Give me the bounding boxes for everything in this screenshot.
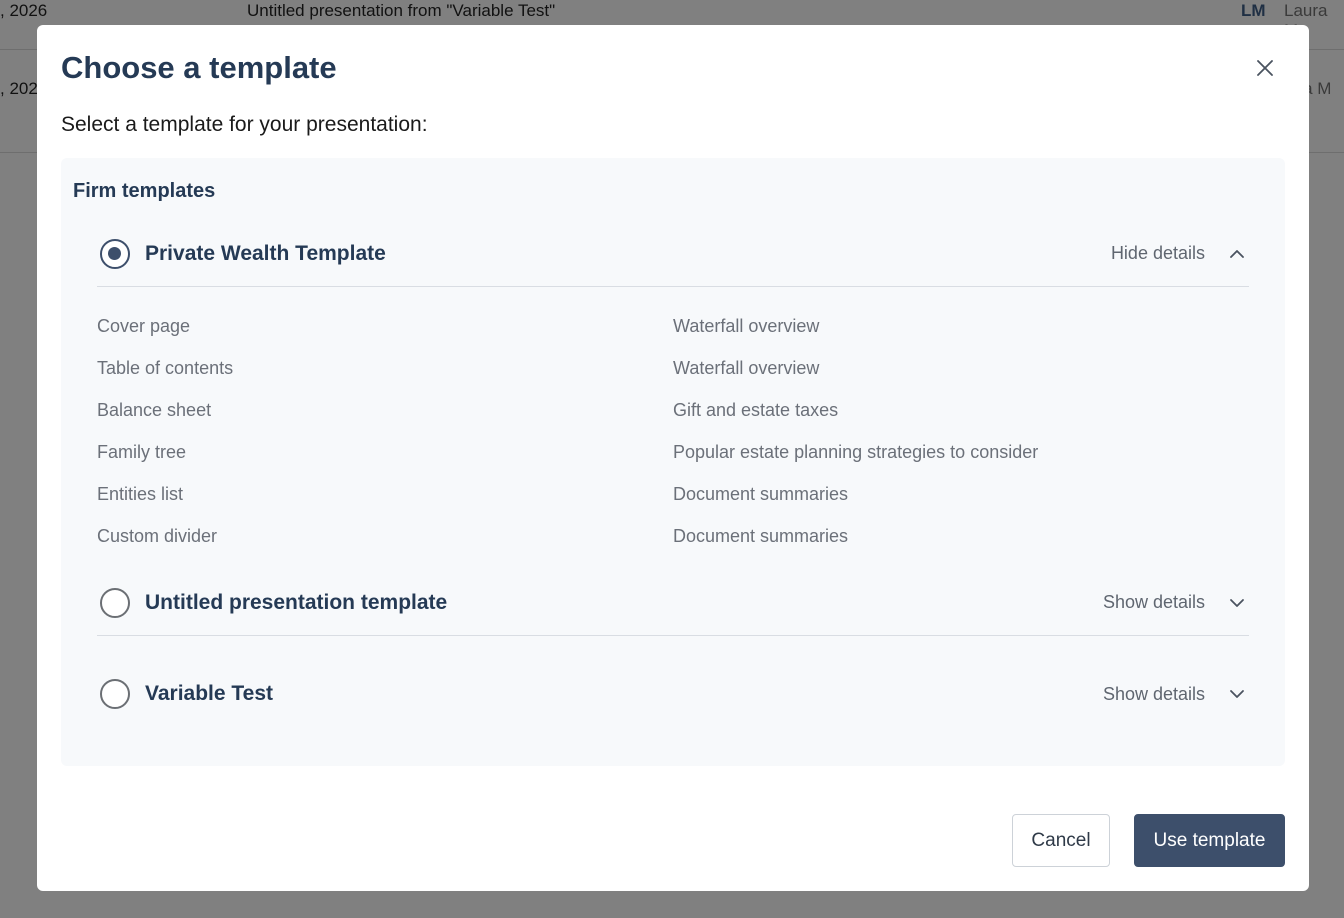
detail-item: Gift and estate taxes bbox=[673, 400, 839, 420]
template-name: Private Wealth Template bbox=[145, 241, 386, 265]
template-name: Untitled presentation template bbox=[145, 590, 448, 614]
detail-item: Waterfall overview bbox=[673, 358, 820, 378]
detail-item: Table of contents bbox=[97, 358, 234, 378]
show-details-toggle[interactable]: Show details bbox=[1103, 684, 1249, 705]
detail-item: Cover page bbox=[97, 316, 191, 336]
detail-item: Popular estate planning strategies to co… bbox=[673, 442, 1039, 462]
template-radio[interactable] bbox=[100, 238, 130, 269]
close-button[interactable] bbox=[1251, 54, 1279, 82]
template-option-private-wealth[interactable]: Private Wealth Template Hide details bbox=[97, 221, 1249, 287]
cancel-button[interactable]: Cancel bbox=[1012, 814, 1110, 867]
detail-item: Document summaries bbox=[673, 526, 849, 546]
toggle-label: Show details bbox=[1102, 683, 1205, 704]
group-title: Firm templates bbox=[73, 180, 216, 202]
choose-template-dialog: Choose a template Select a template for … bbox=[37, 25, 1309, 891]
detail-item: Document summaries bbox=[673, 484, 849, 504]
chevron-down-icon bbox=[1229, 689, 1245, 699]
template-option-untitled-presentation[interactable]: Untitled presentation template Show deta… bbox=[97, 570, 1249, 636]
close-icon bbox=[1257, 60, 1273, 76]
detail-item: Custom divider bbox=[97, 526, 218, 546]
toggle-label: Hide details bbox=[1110, 243, 1205, 263]
use-template-button[interactable]: Use template bbox=[1134, 814, 1285, 867]
template-radio[interactable] bbox=[100, 587, 130, 618]
row-date: , 202 bbox=[0, 79, 38, 98]
row-date: , 2026 bbox=[0, 1, 48, 20]
dialog-title: Choose a template bbox=[61, 50, 337, 85]
hide-details-toggle[interactable]: Hide details bbox=[1111, 243, 1249, 264]
template-name: Variable Test bbox=[145, 682, 274, 705]
detail-item: Waterfall overview bbox=[673, 316, 820, 336]
chevron-down-icon bbox=[1229, 598, 1245, 608]
template-list-panel: Firm templates Private Wealth Template H… bbox=[61, 158, 1285, 766]
avatar: LM bbox=[1241, 1, 1266, 20]
chevron-up-icon bbox=[1229, 249, 1245, 259]
row-title: Untitled presentation from "Variable Tes… bbox=[247, 1, 556, 20]
detail-item: Family tree bbox=[97, 442, 187, 462]
template-radio[interactable] bbox=[100, 679, 130, 709]
detail-item: Entities list bbox=[97, 484, 184, 504]
show-details-toggle[interactable]: Show details bbox=[1103, 592, 1249, 613]
toggle-label: Show details bbox=[1102, 592, 1205, 612]
detail-item: Balance sheet bbox=[97, 400, 212, 420]
template-option-variable-test[interactable]: Variable Test Show details bbox=[97, 661, 1249, 727]
dialog-subtitle: Select a template for your presentation: bbox=[61, 113, 428, 136]
